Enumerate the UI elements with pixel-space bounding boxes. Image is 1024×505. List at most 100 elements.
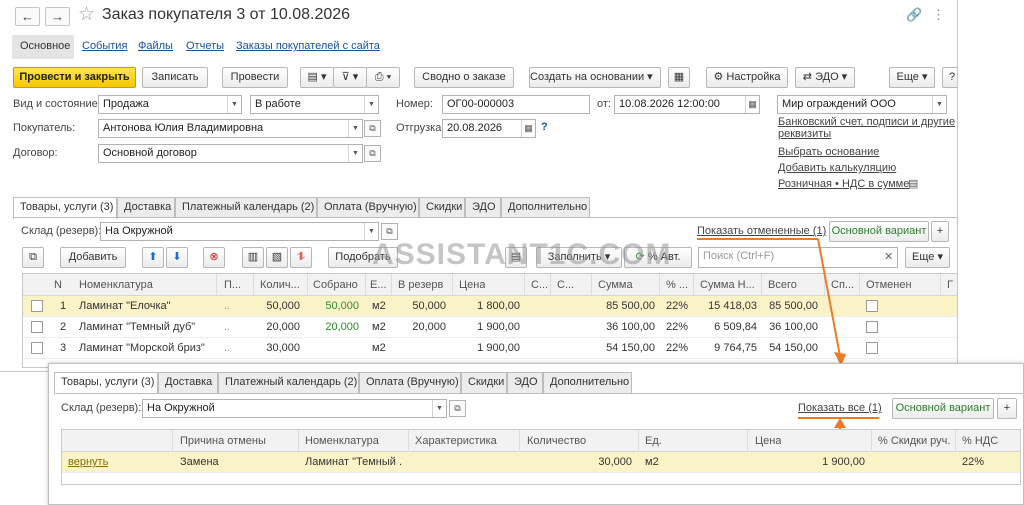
- date-field[interactable]: 10.08.2026 12:00:00 ▦: [614, 95, 760, 114]
- overlay-tab-additional[interactable]: Дополнительно: [543, 372, 632, 393]
- help-button[interactable]: ?: [942, 67, 957, 88]
- row-cancelled-checkbox[interactable]: [866, 321, 878, 333]
- dropdown-icon[interactable]: ▼: [364, 96, 378, 113]
- filter-icon[interactable]: ⊽ ▾: [333, 67, 367, 88]
- move-down-icon[interactable]: ⬇: [166, 247, 188, 268]
- row-checkbox[interactable]: [31, 342, 43, 354]
- col-divider: [307, 274, 308, 296]
- overlay-open-warehouse-icon[interactable]: ⧉: [449, 400, 466, 417]
- add-calculation-link[interactable]: Добавить калькуляцию: [778, 162, 896, 174]
- overlay-tab-edo[interactable]: ЭДО: [507, 372, 543, 393]
- dropdown-icon[interactable]: ▼: [932, 96, 946, 113]
- post-close-button[interactable]: Провести и закрыть: [13, 67, 136, 88]
- warehouse-field[interactable]: На Окружной ▼: [100, 222, 379, 241]
- type-field[interactable]: Продажа ▼: [98, 95, 242, 114]
- overlay-warehouse-field[interactable]: На Окружной ▼: [142, 399, 447, 418]
- subnav-site-orders[interactable]: Заказы покупателей с сайта: [236, 40, 380, 52]
- structure-icon[interactable]: ▦: [668, 67, 690, 88]
- show-cancelled-link[interactable]: Показать отмененные (1): [697, 225, 826, 237]
- open-contract-icon[interactable]: ⧉: [364, 145, 381, 162]
- state-field[interactable]: В работе ▼: [250, 95, 379, 114]
- organization-field[interactable]: Мир ограждений ООО ▼: [777, 95, 947, 114]
- bank-details-link-line2[interactable]: реквизиты: [778, 128, 831, 140]
- link-icon[interactable]: 🔗: [906, 7, 922, 23]
- table-more-button[interactable]: Еще ▾: [905, 247, 950, 268]
- row-name: Ламинат "Темный дуб": [79, 321, 196, 333]
- subnav-events[interactable]: События: [82, 40, 127, 52]
- vat-table-icon[interactable]: ▤: [908, 177, 918, 190]
- number-field[interactable]: ОГ00-000003: [442, 95, 590, 114]
- add-row-button[interactable]: Добавить: [60, 247, 126, 268]
- dropdown-icon[interactable]: ▼: [227, 96, 241, 113]
- overlay-tab-payment-calendar[interactable]: Платежный календарь (2): [218, 372, 359, 393]
- favorite-star-icon[interactable]: ☆: [78, 4, 95, 26]
- ship-date-value: 20.08.2026: [447, 122, 503, 134]
- overlay-tab-discounts[interactable]: Скидки: [461, 372, 507, 393]
- col-divider: [747, 430, 748, 452]
- row-checkbox[interactable]: [31, 300, 43, 312]
- forward-button[interactable]: →: [45, 7, 70, 26]
- dropdown-icon[interactable]: ▼: [348, 120, 362, 137]
- save-button[interactable]: Записать: [142, 67, 208, 88]
- overlay-add-variant-button[interactable]: +: [997, 398, 1017, 419]
- open-buyer-icon[interactable]: ⧉: [364, 120, 381, 137]
- ship-date-field[interactable]: 20.08.2026 ▦: [442, 119, 536, 138]
- row-cancelled-checkbox[interactable]: [866, 342, 878, 354]
- restore-link[interactable]: вернуть: [68, 456, 108, 468]
- post-button[interactable]: Провести: [222, 67, 288, 88]
- subnav-files[interactable]: Файлы: [138, 40, 173, 52]
- tab-payment[interactable]: Оплата (Вручную): [317, 197, 419, 218]
- scan-icon[interactable]: ▧: [266, 247, 288, 268]
- settings-button[interactable]: ⚙ Настройка: [706, 67, 788, 88]
- state-value: В работе: [255, 98, 301, 110]
- subnav-main[interactable]: Основное: [20, 40, 70, 52]
- dropdown-icon[interactable]: ▼: [348, 145, 362, 162]
- overlay-tab-delivery[interactable]: Доставка: [158, 372, 218, 393]
- barcode-icon[interactable]: ▥: [242, 247, 264, 268]
- bank-details-link[interactable]: Банковский счет, подписи и другие: [778, 116, 955, 128]
- col-divider: [391, 274, 392, 296]
- delete-row-icon[interactable]: ⊗: [203, 247, 225, 268]
- add-variant-button[interactable]: +: [931, 221, 949, 242]
- overlay-tab-payment[interactable]: Оплата (Вручную): [359, 372, 461, 393]
- split-icon[interactable]: ⥮: [290, 247, 312, 268]
- tab-delivery[interactable]: Доставка: [117, 197, 175, 218]
- buyer-field[interactable]: Антонова Юлия Владимировна ▼: [98, 119, 363, 138]
- row-price: 1 900,00: [477, 321, 520, 333]
- overlay-tab-goods[interactable]: Товары, услуги (3): [54, 372, 158, 394]
- calendar-icon[interactable]: ▦: [521, 120, 535, 137]
- copy-rows-icon[interactable]: ⧉: [22, 247, 44, 268]
- tab-discounts[interactable]: Скидки: [419, 197, 465, 218]
- row-cancelled-checkbox[interactable]: [866, 300, 878, 312]
- row-checkbox[interactable]: [31, 321, 43, 333]
- contract-field[interactable]: Основной договор ▼: [98, 144, 363, 163]
- print-icon[interactable]: ⎙ ▾: [366, 67, 400, 88]
- tab-edo[interactable]: ЭДО: [465, 197, 501, 218]
- calendar-icon[interactable]: ▦: [745, 96, 759, 113]
- settings-label: Настройка: [726, 71, 781, 83]
- table-search-input[interactable]: Поиск (Ctrl+F): [698, 247, 898, 268]
- col-c1: С...: [531, 279, 549, 291]
- row-qty: 30,000: [598, 456, 632, 468]
- ship-help-icon[interactable]: ?: [541, 121, 548, 133]
- clear-search-icon[interactable]: ✕: [884, 250, 893, 263]
- menu-dots-icon[interactable]: ⋮: [932, 7, 945, 23]
- back-button[interactable]: ←: [15, 7, 40, 26]
- more-button[interactable]: Еще ▾: [889, 67, 935, 88]
- tab-additional[interactable]: Дополнительно: [501, 197, 590, 218]
- subnav-reports[interactable]: Отчеты: [186, 40, 224, 52]
- show-all-link[interactable]: Показать все (1): [798, 402, 882, 414]
- overlay-main-variant-button[interactable]: Основной вариант: [892, 398, 994, 419]
- create-doc-icon[interactable]: ▤ ▾: [300, 67, 334, 88]
- create-based-button[interactable]: Создать на основании ▾: [529, 67, 661, 88]
- summary-button[interactable]: Сводно о заказе: [414, 67, 514, 88]
- table-row[interactable]: вернуть Замена Ламинат "Темный ... 30,00…: [62, 452, 1020, 473]
- move-up-icon[interactable]: ⬆: [142, 247, 164, 268]
- tab-payment-calendar[interactable]: Платежный календарь (2): [175, 197, 317, 218]
- dropdown-icon[interactable]: ▼: [432, 400, 446, 417]
- edo-button[interactable]: ⇄ ЭДО ▾: [795, 67, 855, 88]
- vat-mode-link[interactable]: Розничная • НДС в сумме: [778, 178, 909, 190]
- choose-basis-link[interactable]: Выбрать основание: [778, 146, 879, 158]
- tab-goods[interactable]: Товары, услуги (3): [13, 197, 117, 219]
- col-total: Всего: [768, 279, 797, 291]
